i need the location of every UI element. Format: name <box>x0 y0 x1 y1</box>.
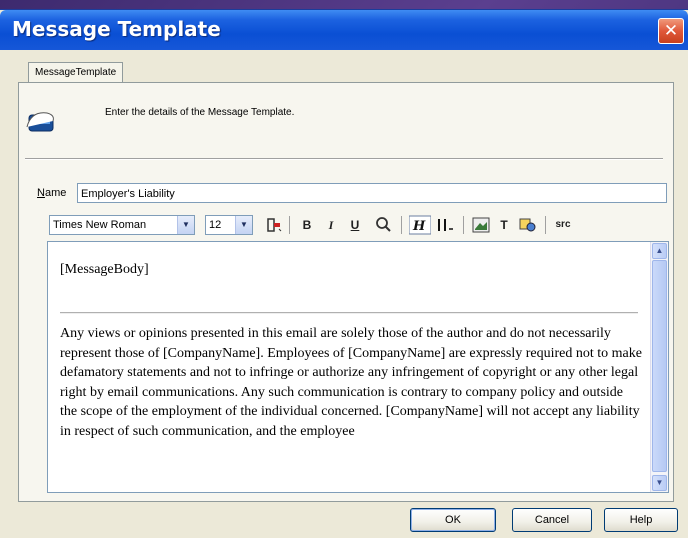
line-spacing-icon[interactable] <box>435 215 457 235</box>
scroll-down-icon[interactable]: ▼ <box>652 475 667 491</box>
message-body-placeholder: [MessageBody] <box>60 262 149 277</box>
ok-button[interactable]: OK <box>410 508 496 532</box>
tab-message-template[interactable]: MessageTemplate <box>28 62 124 83</box>
svg-text:H: H <box>412 219 426 234</box>
disclaimer-text: Any views or opinions presented in this … <box>60 326 642 439</box>
underline-button[interactable]: U <box>347 215 363 235</box>
toolbar-separator <box>289 216 290 234</box>
message-template-dialog: Message Template ✕ MessageTemplate Enter… <box>0 10 688 538</box>
name-input[interactable]: Employer's Liability <box>77 183 667 203</box>
source-button[interactable]: src <box>553 215 573 235</box>
scroll-thumb[interactable] <box>652 260 667 472</box>
italic-style-icon[interactable]: H <box>409 215 431 235</box>
cancel-button[interactable]: Cancel <box>512 508 592 532</box>
header-separator <box>25 158 663 160</box>
scroll-up-icon[interactable]: ▲ <box>652 243 667 259</box>
editor-horizontal-rule <box>60 312 638 314</box>
chevron-down-icon: ▼ <box>177 216 194 234</box>
toolbar-separator <box>401 216 402 234</box>
font-family-select[interactable]: Times New Roman ▼ <box>49 215 195 235</box>
name-label: Name <box>37 187 66 199</box>
format-toolbar: Times New Roman ▼ 12 ▼ B I U H T src <box>49 213 659 237</box>
vertical-scrollbar[interactable]: ▲ ▼ <box>650 242 668 492</box>
title-bar[interactable]: Message Template ✕ <box>0 10 688 50</box>
toolbar-separator <box>463 216 464 234</box>
format-painter-icon[interactable] <box>265 215 283 235</box>
font-family-value: Times New Roman <box>53 219 147 231</box>
help-button[interactable]: Help <box>604 508 678 532</box>
tab-strip: MessageTemplate <box>18 62 668 83</box>
instruction-text: Enter the details of the Message Templat… <box>105 107 295 118</box>
close-button[interactable]: ✕ <box>658 18 684 44</box>
insert-object-icon[interactable] <box>517 215 539 235</box>
insert-image-icon[interactable] <box>471 215 491 235</box>
chevron-down-icon: ▼ <box>235 216 252 234</box>
tab-panel: Enter the details of the Message Templat… <box>18 82 674 502</box>
find-icon[interactable] <box>373 215 393 235</box>
message-template-icon <box>26 112 54 132</box>
bold-button[interactable]: B <box>299 215 315 235</box>
message-body-editor[interactable]: [MessageBody] Any views or opinions pres… <box>47 241 669 493</box>
text-button[interactable]: T <box>497 215 511 235</box>
window-title: Message Template <box>12 17 221 41</box>
name-label-accesskey: N <box>37 187 45 199</box>
font-size-value: 12 <box>209 219 222 231</box>
italic-button[interactable]: I <box>323 215 339 235</box>
font-size-select[interactable]: 12 ▼ <box>205 215 253 235</box>
name-label-rest: ame <box>44 187 67 199</box>
toolbar-separator <box>545 216 546 234</box>
